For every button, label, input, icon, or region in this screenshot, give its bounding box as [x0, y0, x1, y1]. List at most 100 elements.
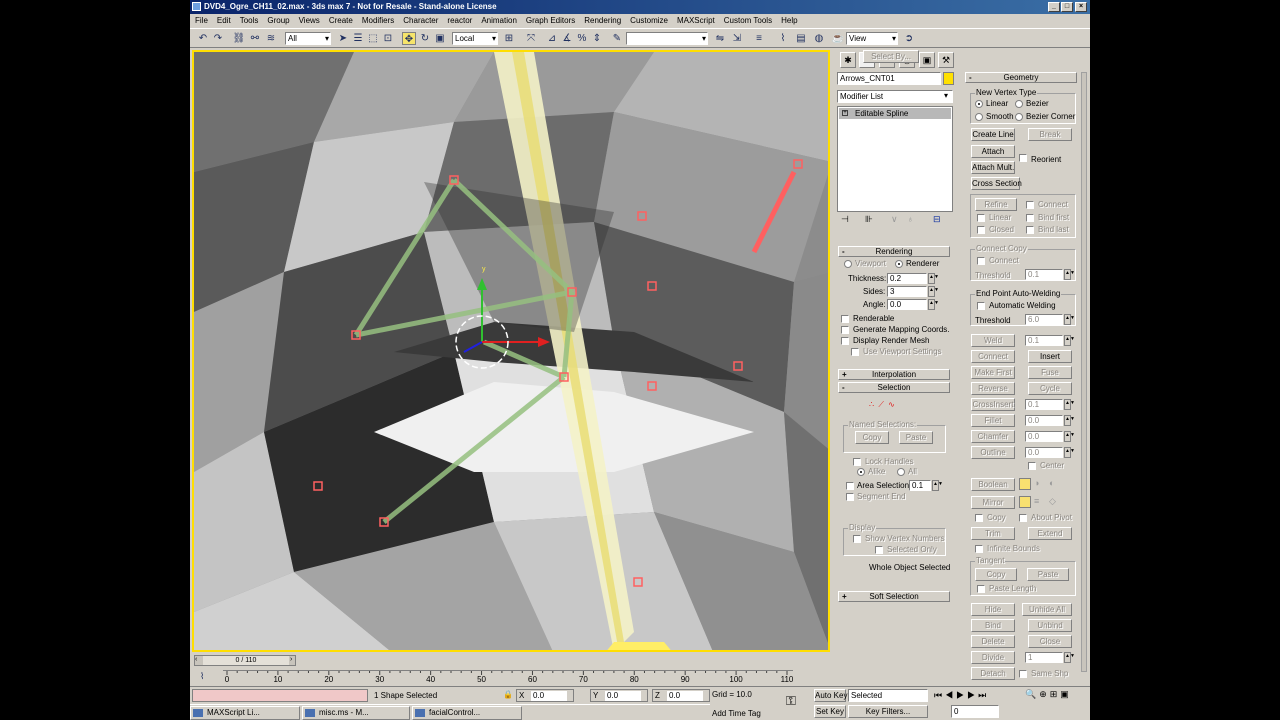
- geometry-rollout-header[interactable]: - Geometry: [965, 72, 1077, 83]
- close-spline-button[interactable]: Close: [1028, 635, 1072, 648]
- connect-button[interactable]: Connect: [971, 350, 1015, 363]
- key-filters-button[interactable]: Key Filters...: [848, 705, 928, 718]
- unhide-all-button[interactable]: Unhide All: [1022, 603, 1072, 616]
- menu-tools[interactable]: Tools: [240, 16, 259, 25]
- thickness-input[interactable]: 0.2: [887, 273, 927, 284]
- fuse-button[interactable]: Fuse: [1028, 366, 1072, 379]
- selection-filter-dropdown[interactable]: All: [285, 32, 331, 45]
- infinite-bounds-checkbox[interactable]: [975, 545, 983, 553]
- stack-item-editable-spline[interactable]: Editable Spline: [839, 108, 951, 119]
- link-icon[interactable]: ⛓: [232, 32, 246, 45]
- linear-radio[interactable]: [975, 100, 983, 108]
- automatic-welding-checkbox[interactable]: [977, 302, 985, 310]
- task-misc-ms[interactable]: misc.ms - M...: [302, 706, 410, 720]
- pin-stack-icon[interactable]: ⊣: [841, 214, 849, 225]
- expand-icon[interactable]: +: [842, 110, 848, 116]
- scale-icon[interactable]: ▣: [433, 32, 447, 45]
- z-coord-input[interactable]: 0.0: [667, 691, 703, 701]
- snap-toggle-icon[interactable]: ⊿: [545, 32, 559, 45]
- menu-help[interactable]: Help: [781, 16, 797, 25]
- menu-group[interactable]: Group: [267, 16, 289, 25]
- angle-snap-icon[interactable]: ∡: [560, 32, 574, 45]
- gen-mapping-checkbox[interactable]: [841, 326, 849, 334]
- select-object-icon[interactable]: ➤: [336, 32, 350, 45]
- extend-button[interactable]: Extend: [1028, 527, 1072, 540]
- attach-mult-button[interactable]: Attach Mult.: [971, 161, 1015, 174]
- time-slider[interactable]: 0 / 110 ‹ ›: [194, 655, 296, 666]
- paste-selection-button[interactable]: Paste: [899, 431, 933, 444]
- undo-icon[interactable]: ↶: [196, 32, 210, 45]
- next-frame-icon[interactable]: ›: [290, 656, 292, 663]
- crossinsert-input[interactable]: 0.1: [1025, 399, 1063, 410]
- connect-checkbox[interactable]: [1026, 201, 1034, 209]
- chamfer-button[interactable]: Chamfer: [971, 430, 1015, 443]
- use-viewport-checkbox[interactable]: [851, 348, 859, 356]
- fillet-input[interactable]: 0.0: [1025, 415, 1063, 426]
- paste-length-checkbox[interactable]: [977, 585, 985, 593]
- quick-render-icon[interactable]: ➲: [902, 32, 916, 45]
- outline-button[interactable]: Outline: [971, 446, 1015, 459]
- playback-controls[interactable]: ⏮◀▶▶⏭: [934, 690, 989, 701]
- bezier-corner-radio[interactable]: [1015, 113, 1023, 121]
- utilities-tab-icon[interactable]: ⚒: [938, 52, 954, 68]
- subobject-level-icons[interactable]: ∴ ⟋ ∿: [869, 400, 896, 410]
- refine-button[interactable]: Refine: [975, 198, 1017, 211]
- insert-button[interactable]: Insert: [1028, 350, 1072, 363]
- unbind-button[interactable]: Unbind: [1028, 619, 1072, 632]
- tangent-paste-button[interactable]: Paste: [1027, 568, 1069, 581]
- threshold2-spinner[interactable]: ▲▼: [1064, 314, 1075, 325]
- menu-modifiers[interactable]: Modifiers: [362, 16, 394, 25]
- menu-views[interactable]: Views: [299, 16, 320, 25]
- hide-button[interactable]: Hide: [971, 603, 1015, 616]
- panel-scrollbar[interactable]: [1081, 72, 1087, 672]
- bind-first-checkbox[interactable]: [1026, 214, 1034, 222]
- angle-input[interactable]: 0.0: [887, 299, 927, 310]
- bezier-radio[interactable]: [1015, 100, 1023, 108]
- redo-icon[interactable]: ↷: [211, 32, 225, 45]
- key-mode-dropdown[interactable]: Selected: [848, 689, 928, 702]
- boolean-button[interactable]: Boolean: [971, 478, 1015, 491]
- outline-spinner[interactable]: ▲▼: [1064, 447, 1075, 458]
- break-button[interactable]: Break: [1028, 128, 1072, 141]
- close-button[interactable]: ×: [1075, 2, 1087, 12]
- menu-maxscript[interactable]: MAXScript: [677, 16, 715, 25]
- x-coord-input[interactable]: 0.0: [531, 691, 567, 701]
- reorient-checkbox[interactable]: [1019, 154, 1027, 162]
- trim-button[interactable]: Trim: [971, 527, 1015, 540]
- rotate-icon[interactable]: ↻: [418, 32, 432, 45]
- window-crossing-icon[interactable]: ⊡: [381, 32, 395, 45]
- align-icon[interactable]: ⇲: [730, 32, 744, 45]
- reverse-button[interactable]: Reverse: [971, 382, 1015, 395]
- mirror-button[interactable]: Mirror: [971, 496, 1015, 509]
- task-maxscript-listener[interactable]: MAXScript Li...: [190, 706, 300, 720]
- detach-button[interactable]: Detach: [971, 667, 1015, 680]
- minimize-button[interactable]: _: [1048, 2, 1060, 12]
- delete-button[interactable]: Delete: [971, 635, 1015, 648]
- create-line-button[interactable]: Create Line: [971, 128, 1015, 141]
- bind-button[interactable]: Bind: [971, 619, 1015, 632]
- perspective-viewport[interactable]: y: [192, 50, 830, 652]
- percent-snap-icon[interactable]: %: [575, 32, 589, 45]
- schematic-view-icon[interactable]: ▤: [794, 32, 808, 45]
- mirror-vertical-icon[interactable]: ≡: [1034, 496, 1039, 506]
- fillet-spinner[interactable]: ▲▼: [1064, 415, 1075, 426]
- angle-spinner[interactable]: ▲▼: [928, 299, 939, 310]
- key-icon[interactable]: ⚿: [786, 693, 796, 709]
- linear-checkbox[interactable]: [977, 214, 985, 222]
- pivot-center-icon[interactable]: ⊞: [502, 32, 516, 45]
- weld-button[interactable]: Weld: [971, 334, 1015, 347]
- move-icon[interactable]: ✥: [402, 32, 416, 45]
- lock-handles-checkbox[interactable]: [853, 458, 861, 466]
- select-by-name-icon[interactable]: ☰: [351, 32, 365, 45]
- weld-input[interactable]: 0.1: [1025, 335, 1063, 346]
- attach-button[interactable]: Attach: [971, 145, 1015, 158]
- unlink-icon[interactable]: ⚯: [248, 32, 262, 45]
- divide-button[interactable]: Divide: [971, 651, 1015, 664]
- sides-input[interactable]: 3: [887, 286, 927, 297]
- rect-selection-icon[interactable]: ⬚: [366, 32, 380, 45]
- thickness-spinner[interactable]: ▲▼: [928, 273, 939, 284]
- add-time-tag[interactable]: Add Time Tag: [712, 709, 761, 718]
- select-manipulate-icon[interactable]: ⤧: [524, 32, 538, 45]
- divide-spinner[interactable]: ▲▼: [1064, 652, 1075, 663]
- material-editor-icon[interactable]: ◍: [812, 32, 826, 45]
